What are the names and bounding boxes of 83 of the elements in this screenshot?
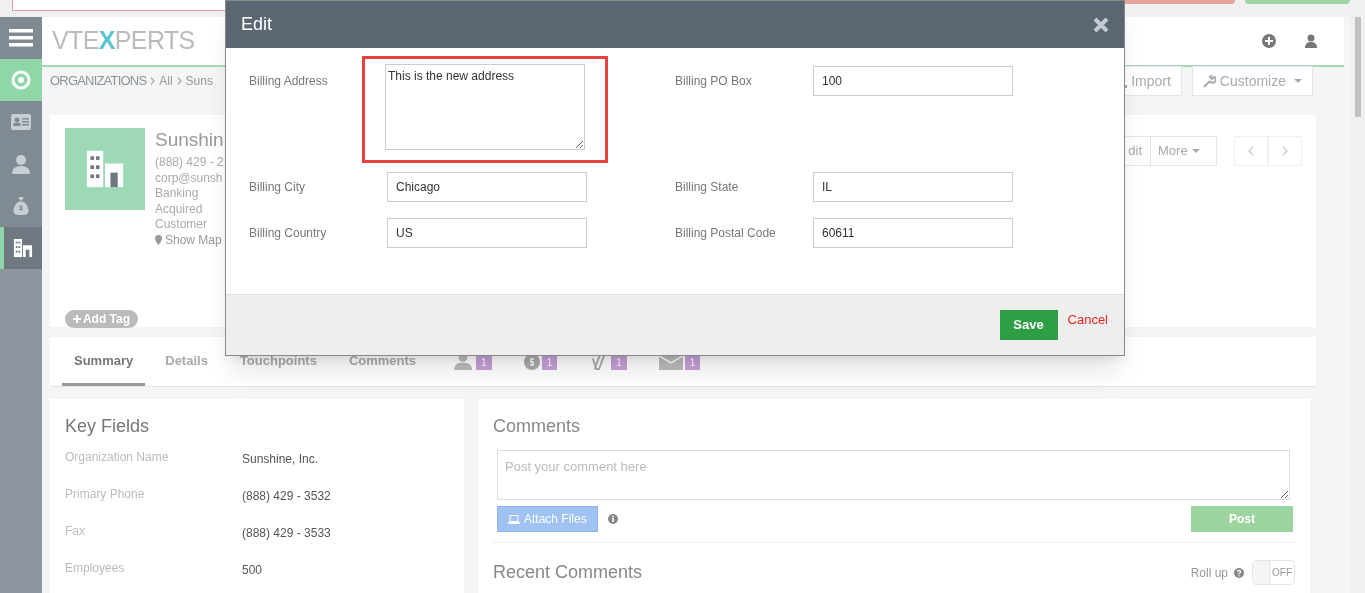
show-map-link[interactable]: Show Map — [155, 232, 224, 248]
breadcrumb-link[interactable]: All — [159, 72, 173, 90]
target-icon — [11, 70, 31, 90]
field-value: (888) 429 - 3533 — [242, 525, 331, 542]
address-field[interactable]: This is the new address — [385, 64, 585, 150]
input-field[interactable]: Chicago — [387, 172, 587, 202]
roll-up-label: Roll up — [1190, 564, 1228, 582]
sidebar-item[interactable] — [0, 227, 42, 269]
input-field[interactable]: 100 — [813, 66, 1013, 96]
person-icon — [11, 154, 31, 174]
caret-icon — [1294, 79, 1302, 83]
post-button[interactable]: Post — [1191, 506, 1293, 532]
field-value: Sunshine, Inc. — [242, 451, 319, 468]
edit-button[interactable]: dit — [1123, 136, 1151, 166]
card-title: Comments — [493, 415, 582, 438]
contact-card-icon — [11, 112, 31, 132]
tab[interactable]: Summary — [62, 339, 146, 386]
section-title: Recent Comments — [493, 561, 643, 584]
field-value: 500 — [242, 562, 263, 579]
breadcrumb-link[interactable]: Suns — [185, 72, 213, 90]
plus-icon — [72, 315, 81, 323]
wrench-icon — [1202, 74, 1216, 88]
help-icon — [1234, 567, 1244, 578]
add-icon[interactable] — [1262, 34, 1276, 48]
field-label: Primary Phone — [65, 486, 146, 503]
field-label: Organization Name — [65, 449, 170, 466]
field-label: Billing PO Box — [675, 73, 753, 90]
previous-button[interactable] — [1234, 136, 1268, 166]
record-name: Sunshin — [155, 128, 224, 152]
card-title: Key Fields — [65, 415, 151, 438]
building-icon — [13, 238, 33, 258]
module-title: ORGANIZATIONS — [50, 72, 147, 91]
cancel-link[interactable]: Cancel — [1067, 310, 1108, 330]
menu-icon[interactable] — [0, 17, 42, 59]
logo: VTEXPERTS — [52, 25, 195, 57]
count-badge: 1 — [684, 356, 701, 370]
input-field[interactable]: US — [387, 218, 587, 248]
laptop-icon — [508, 514, 520, 524]
chevron-right-icon — [1282, 146, 1288, 156]
tab[interactable]: Comments — [336, 339, 429, 386]
tab[interactable]: Details — [153, 339, 220, 386]
chevron-icon — [176, 77, 182, 85]
close-icon[interactable] — [1093, 16, 1109, 33]
money-bag-icon — [11, 196, 31, 216]
dialog-title: Edit — [241, 13, 273, 36]
field-value: (888) 429 - 3532 — [242, 488, 331, 505]
record-detail: (888) 429 - 2 — [155, 155, 224, 171]
field-label: Fax — [65, 523, 86, 540]
roll-up-toggle[interactable]: OFF — [1252, 560, 1295, 585]
field-label: Billing City — [249, 179, 306, 196]
record-detail: Acquired — [155, 201, 204, 217]
record-detail: Banking — [155, 186, 200, 202]
field-label: Billing Postal Code — [675, 225, 777, 242]
related-tab[interactable]: 1 — [589, 339, 627, 386]
field-label: Billing State — [675, 179, 740, 196]
map-pin-icon — [155, 235, 162, 246]
more-button[interactable]: More — [1151, 136, 1217, 166]
next-button[interactable] — [1268, 136, 1302, 166]
count-badge: 1 — [476, 356, 492, 370]
info-icon — [607, 514, 618, 524]
count-badge: 1 — [541, 356, 558, 370]
chevron-icon — [150, 77, 156, 85]
customize-button[interactable]: Customize — [1191, 66, 1313, 96]
input-field[interactable]: IL — [813, 172, 1013, 202]
field-label: Billing Address — [249, 73, 329, 90]
field-label: Billing Country — [249, 225, 328, 242]
add-tag-button[interactable]: Add Tag — [65, 310, 138, 328]
scrollbar[interactable] — [1350, 17, 1365, 593]
caret-icon — [1191, 149, 1200, 153]
count-badge: 1 — [611, 356, 627, 370]
save-button[interactable]: Save — [999, 310, 1058, 340]
chevron-left-icon — [1248, 146, 1254, 156]
record-detail: Customer — [155, 217, 208, 233]
comment-field[interactable]: Post your comment here — [497, 450, 1290, 500]
sidebar-item[interactable] — [0, 101, 42, 143]
field-label: Employees — [65, 560, 126, 577]
user-icon[interactable] — [1304, 34, 1318, 48]
tab[interactable]: Touchpoints — [227, 339, 329, 386]
building-icon — [85, 149, 125, 189]
attach-files-button[interactable]: Attach Files — [497, 506, 598, 532]
input-field[interactable]: 60611 — [813, 218, 1013, 248]
sidebar-item[interactable] — [0, 185, 42, 227]
record-detail: corp@sunsh — [155, 170, 224, 186]
